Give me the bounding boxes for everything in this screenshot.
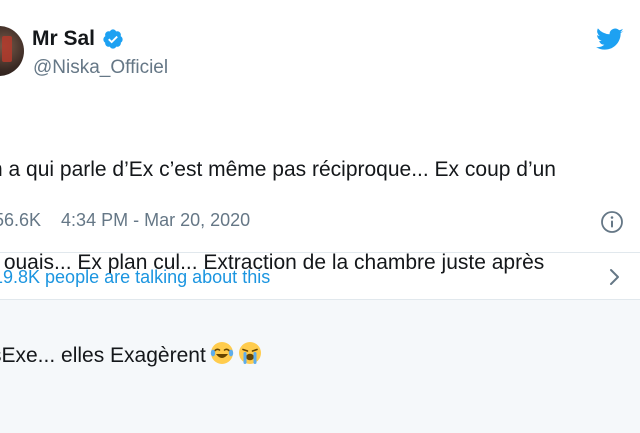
tweet-line: n a qui parle d’Ex c’est même pas récipr… [0, 158, 556, 181]
verified-badge-icon [103, 29, 123, 49]
tweet-meta-row: 56.6K 4:34 PM - Mar 20, 2020 [0, 208, 250, 232]
tweet-card: Mr Sal @Niska_Officiel n a qui parle d’E… [0, 0, 640, 367]
talking-about-row[interactable]: 19.8K people are talking about this [0, 253, 640, 299]
display-name[interactable]: Mr Sal [32, 26, 95, 52]
talking-about-link[interactable]: 19.8K people are talking about this [0, 265, 270, 289]
avatar[interactable] [0, 26, 24, 76]
info-icon[interactable] [600, 210, 624, 234]
bottom-divider [0, 299, 640, 300]
tweet-timestamp[interactable]: 4:34 PM - Mar 20, 2020 [61, 208, 250, 232]
author-handle[interactable]: @Niska_Officiel [33, 56, 168, 80]
tweet-line: sExe... elles Exagèrent [0, 344, 206, 367]
laughing-crying-emoji-icon [210, 342, 233, 364]
tweet-line-with-emoji: sExe... elles Exagèrent [0, 340, 631, 371]
author-name-row[interactable]: Mr Sal [32, 26, 124, 52]
chevron-right-icon[interactable] [608, 267, 622, 287]
twitter-bird-icon[interactable] [596, 28, 624, 52]
loudly-crying-emoji-icon [238, 342, 261, 364]
like-count[interactable]: 56.6K [0, 208, 41, 232]
